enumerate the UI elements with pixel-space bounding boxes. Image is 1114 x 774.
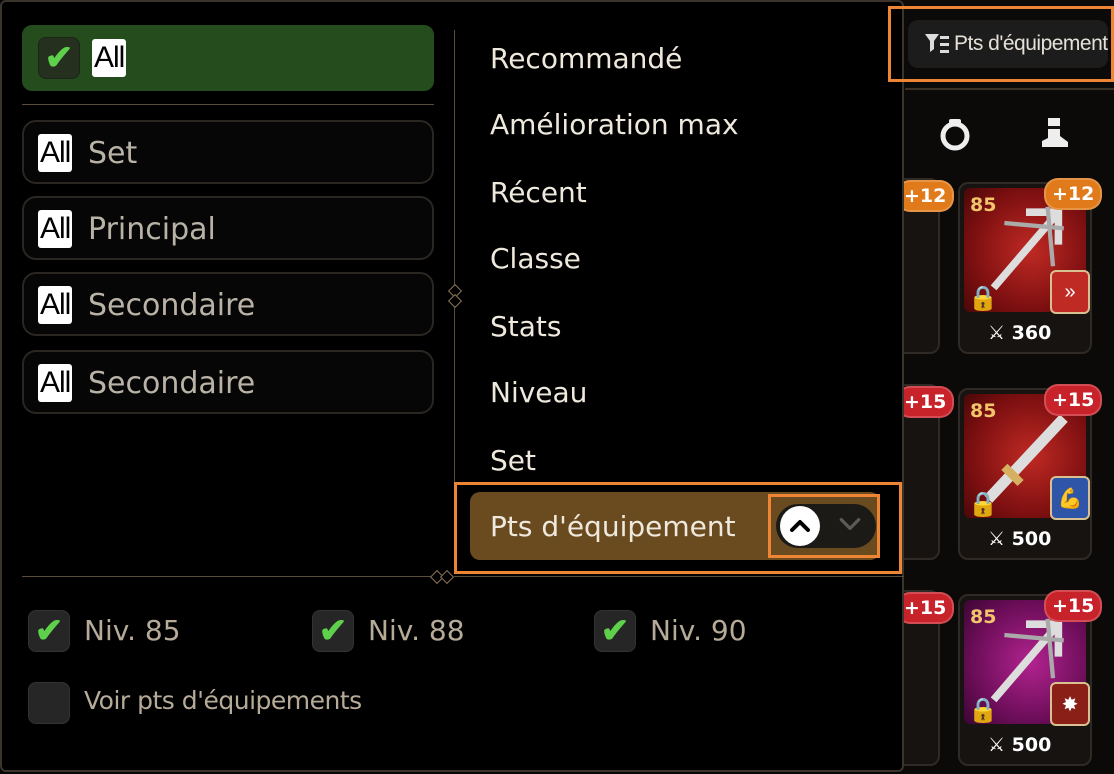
check-icon: ✔ (44, 39, 74, 77)
lock-icon: 🔒 (968, 697, 998, 724)
filter-label: Set (88, 136, 138, 171)
all-checkbox[interactable]: ✔ (38, 37, 80, 79)
filter-main-stat[interactable]: All Principal (22, 196, 434, 260)
show-gear-points-checkbox[interactable] (28, 682, 70, 724)
level-90-label: Niv. 90 (650, 614, 747, 647)
plus-badge: +12 (1044, 178, 1103, 210)
sort-option-stats[interactable]: Stats (490, 310, 561, 343)
sort-option-set[interactable]: Set (490, 444, 536, 477)
tab-divider (905, 88, 1114, 90)
gear-level: 85 (970, 606, 997, 628)
filter-sort-icon (924, 32, 950, 61)
sort-chip-label: Pts d'équipement (954, 32, 1108, 55)
level-88-checkbox[interactable]: ✔ (312, 610, 354, 652)
filter-set[interactable]: All Set (22, 120, 434, 184)
gear-stat-value: 500 (1011, 528, 1052, 550)
filter-tag: All (38, 364, 73, 402)
all-tag: All (92, 39, 127, 77)
gear-level: 85 (970, 194, 997, 216)
sort-option-recommended[interactable]: Recommandé (490, 42, 682, 75)
gear-level: 85 (970, 400, 997, 422)
set-crit-icon: ✸ (1050, 682, 1090, 726)
filter-sub-stat-2[interactable]: All Secondaire (22, 350, 434, 414)
filter-tag: All (38, 286, 73, 324)
sort-option-class[interactable]: Classe (490, 242, 581, 275)
filter-tag: All (38, 134, 73, 172)
level-90-checkbox[interactable]: ✔ (594, 610, 636, 652)
attack-icon: ⚔ (988, 734, 1006, 756)
plus-badge: +15 (1044, 384, 1103, 416)
boots-icon[interactable] (1036, 114, 1072, 156)
filter-label: Secondaire (88, 288, 256, 323)
attack-icon: ⚔ (988, 322, 1006, 344)
filter-sub-stat-1[interactable]: All Secondaire (22, 272, 434, 336)
filter-tag: All (38, 210, 73, 248)
level-88-label: Niv. 88 (368, 614, 465, 647)
gear-stat: ⚔ 500 (988, 528, 1051, 550)
set-strength-icon: 💪 (1050, 476, 1090, 520)
set-speed-icon: » (1050, 270, 1090, 314)
attack-icon: ⚔ (988, 528, 1006, 550)
filter-label: Secondaire (88, 366, 256, 401)
plus-badge: +12 (896, 180, 955, 212)
plus-badge: +15 (896, 592, 955, 624)
gear-stat: ⚔ 360 (988, 322, 1051, 344)
filter-label: Principal (88, 212, 216, 247)
sort-chip-button[interactable]: Pts d'équipement (908, 20, 1108, 68)
sort-option-level[interactable]: Niveau (490, 376, 587, 409)
check-icon: ✔ (318, 612, 348, 650)
sort-option-max-enhance[interactable]: Amélioration max (490, 108, 739, 141)
gear-stat-value: 360 (1011, 322, 1052, 344)
lock-icon: 🔒 (968, 285, 998, 312)
plus-badge: +15 (1044, 590, 1103, 622)
check-icon: ✔ (600, 612, 630, 650)
gear-stat: ⚔ 500 (988, 734, 1051, 756)
sort-option-recent[interactable]: Récent (490, 176, 587, 209)
divider (22, 576, 434, 577)
show-gear-points-label: Voir pts d'équipements (84, 686, 362, 715)
gear-stat-value: 500 (1011, 734, 1052, 756)
ring-icon[interactable] (937, 116, 973, 158)
check-icon: ✔ (34, 612, 64, 650)
divider (22, 104, 434, 105)
lock-icon: 🔒 (968, 491, 998, 518)
level-85-checkbox[interactable]: ✔ (28, 610, 70, 652)
divider (454, 576, 904, 577)
filter-all-row[interactable]: ✔ All (22, 25, 434, 91)
level-85-label: Niv. 85 (84, 614, 181, 647)
plus-badge: +15 (896, 386, 955, 418)
highlight-sort-direction (768, 494, 880, 558)
